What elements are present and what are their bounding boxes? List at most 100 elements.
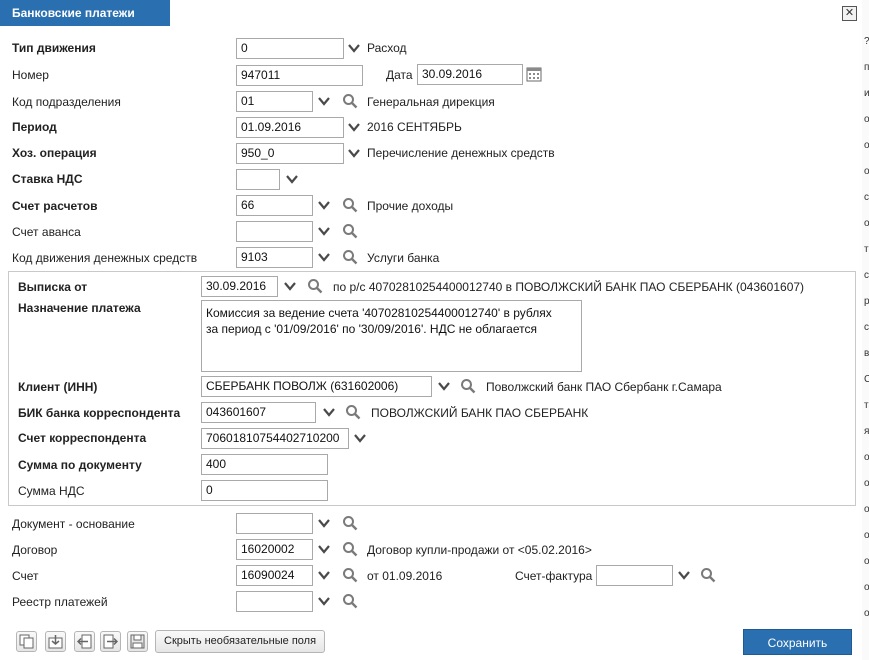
- cashflow-code-dropdown[interactable]: [317, 250, 331, 264]
- period-dropdown[interactable]: [347, 120, 361, 134]
- account-search-icon[interactable]: [342, 197, 358, 213]
- chevron-down-icon: [318, 253, 330, 262]
- chevron-down-icon: [318, 519, 330, 528]
- client-input[interactable]: СБЕРБАНК ПОВОЛЖ (631602006): [201, 376, 432, 397]
- invoice-factura-search-icon[interactable]: [700, 567, 716, 583]
- cashflow-code-desc: Услуги банка: [367, 251, 440, 265]
- statement-dropdown[interactable]: [283, 279, 297, 293]
- chevron-down-icon: [348, 123, 360, 132]
- invoice-dropdown[interactable]: [317, 568, 331, 582]
- client-dropdown[interactable]: [437, 379, 451, 393]
- movement-type-dropdown[interactable]: [347, 41, 361, 55]
- statement-search-icon[interactable]: [307, 278, 323, 294]
- chevron-down-icon: [318, 97, 330, 106]
- chevron-down-icon: [678, 571, 690, 580]
- vat-rate-input[interactable]: [236, 169, 280, 190]
- background-text-fragment: та: [864, 400, 869, 411]
- background-text-fragment: ос: [864, 504, 869, 515]
- background-text-fragment: С: [864, 374, 869, 385]
- number-input[interactable]: 947011: [236, 65, 363, 86]
- import-icon: [48, 635, 63, 649]
- invoice-label: Счет: [12, 569, 39, 583]
- corr-account-input[interactable]: 70601810754402710200: [201, 428, 349, 449]
- copy-button[interactable]: [16, 631, 37, 652]
- operation-input[interactable]: 950_0: [236, 143, 344, 164]
- contract-search-icon[interactable]: [342, 541, 358, 557]
- amount-input[interactable]: 400: [201, 454, 328, 475]
- contract-input[interactable]: 16020002: [236, 539, 313, 560]
- contract-desc: Договор купли-продажи от <05.02.2016>: [367, 543, 592, 557]
- cashflow-code-input[interactable]: 9103: [236, 247, 313, 268]
- background-text-fragment: от: [864, 140, 869, 151]
- background-text-fragment: р.: [864, 296, 869, 307]
- dept-code-input[interactable]: 01: [236, 91, 313, 112]
- next-icon: [103, 634, 118, 649]
- statement-date-input[interactable]: 30.09.2016: [201, 276, 278, 297]
- advance-account-search-icon[interactable]: [342, 223, 358, 239]
- dept-code-desc: Генеральная дирекция: [367, 95, 495, 109]
- corr-account-dropdown[interactable]: [353, 431, 367, 445]
- payments-registry-input[interactable]: [236, 591, 313, 612]
- payments-registry-dropdown[interactable]: [317, 594, 331, 608]
- invoice-factura-dropdown[interactable]: [677, 568, 691, 582]
- account-input[interactable]: 66: [236, 195, 313, 216]
- client-label: Клиент (ИНН): [18, 380, 98, 394]
- client-desc: Поволжский банк ПАО Сбербанк г.Самара: [486, 380, 722, 394]
- advance-account-label: Счет аванса: [12, 225, 81, 239]
- contract-dropdown[interactable]: [317, 542, 331, 556]
- account-dropdown[interactable]: [317, 198, 331, 212]
- basis-doc-input[interactable]: [236, 513, 313, 534]
- prev-button[interactable]: [74, 631, 95, 652]
- chevron-down-icon: [318, 201, 330, 210]
- chevron-down-icon: [323, 408, 335, 417]
- operation-label: Хоз. операция: [12, 146, 97, 160]
- period-input[interactable]: 01.09.2016: [236, 117, 344, 138]
- number-label: Номер: [12, 68, 49, 82]
- background-text-fragment: ой: [864, 218, 869, 229]
- statement-label: Выписка от: [18, 280, 88, 294]
- hide-optional-fields-button[interactable]: Скрыть необязательные поля: [155, 630, 326, 653]
- payments-registry-label: Реестр платежей: [12, 595, 108, 609]
- advance-account-dropdown[interactable]: [317, 224, 331, 238]
- movement-type-input[interactable]: 0: [236, 38, 344, 59]
- movement-type-label: Тип движения: [12, 41, 96, 55]
- background-text-fragment: ос: [864, 114, 869, 125]
- close-button[interactable]: ✕: [842, 6, 857, 21]
- client-search-icon[interactable]: [460, 378, 476, 394]
- next-button[interactable]: [100, 631, 121, 652]
- cashflow-code-search-icon[interactable]: [342, 249, 358, 265]
- chevron-down-icon: [318, 597, 330, 606]
- advance-account-input[interactable]: [236, 221, 313, 242]
- corr-account-label: Счет корреспондента: [18, 431, 147, 445]
- invoice-factura-input[interactable]: [596, 565, 673, 586]
- chevron-down-icon: [348, 149, 360, 158]
- bank-payments-dialog: Банковские платежи ✕ Тип движения 0 Расх…: [0, 0, 863, 660]
- purpose-label: Назначение платежа: [18, 301, 141, 315]
- background-text-fragment: сц: [864, 192, 869, 203]
- bik-dropdown[interactable]: [322, 405, 336, 419]
- payments-registry-search-icon[interactable]: [342, 593, 358, 609]
- chevron-down-icon: [438, 382, 450, 391]
- dept-code-search-icon[interactable]: [342, 93, 358, 109]
- date-input[interactable]: 30.09.2016: [417, 64, 523, 85]
- vat-rate-dropdown[interactable]: [285, 172, 299, 186]
- chevron-down-icon: [348, 44, 360, 53]
- movement-type-desc: Расход: [367, 41, 407, 55]
- save-disk-button[interactable]: [127, 631, 148, 652]
- account-desc: Прочие доходы: [367, 199, 454, 213]
- import-button[interactable]: [45, 631, 66, 652]
- chevron-down-icon: [354, 434, 366, 443]
- vat-rate-label: Ставка НДС: [12, 172, 83, 186]
- bik-search-icon[interactable]: [345, 404, 361, 420]
- basis-doc-search-icon[interactable]: [342, 515, 358, 531]
- vat-amount-input[interactable]: 0: [201, 480, 328, 501]
- calendar-icon[interactable]: [526, 66, 542, 82]
- bik-input[interactable]: 043601607: [201, 402, 316, 423]
- save-button[interactable]: Сохранить: [743, 629, 852, 655]
- operation-dropdown[interactable]: [347, 146, 361, 160]
- dept-code-dropdown[interactable]: [317, 94, 331, 108]
- invoice-search-icon[interactable]: [342, 567, 358, 583]
- invoice-input[interactable]: 16090024: [236, 565, 313, 586]
- basis-doc-dropdown[interactable]: [317, 516, 331, 530]
- purpose-textarea[interactable]: Комиссия за ведение счета '4070281025440…: [201, 300, 582, 372]
